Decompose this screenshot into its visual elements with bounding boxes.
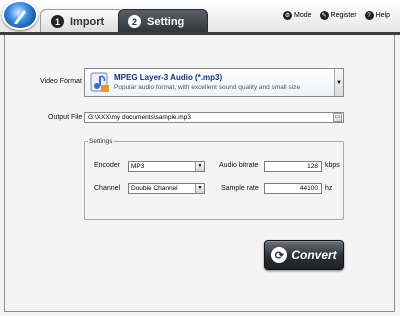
help-icon: ? [364,11,374,20]
chevron-down-icon[interactable]: ▼ [195,184,204,193]
video-format-label: Video Format [40,78,82,85]
output-file-path: G:\XXX\my documents\sample.mp3 [88,114,191,121]
channel-select[interactable]: Double Channel ▼ [128,183,205,194]
tab-number: 2 [128,15,141,28]
bitrate-label: Audio bitrate [219,162,259,169]
tab-import[interactable]: 1 Import [40,9,124,33]
settings-group: Settings [84,138,344,220]
top-bar: 1 Import 2 Setting ⚙ Mode ✎ Register ? H… [0,0,400,33]
folder-icon: ▭ [334,114,341,120]
gear-icon: ⚙ [283,11,292,20]
tab-label: Setting [147,15,185,28]
encoder-value: MP3 [131,163,145,170]
bitrate-value: 128 [307,163,318,170]
convert-label: Convert [291,248,337,262]
bitrate-input[interactable]: 128 [264,161,322,172]
output-file-field[interactable]: G:\XXX\my documents\sample.mp3 ▭ [84,112,344,123]
mode-label: Mode [294,12,312,19]
samplerate-unit: hz [325,185,333,192]
tab-number: 1 [51,15,64,28]
tab-label: Import [70,15,105,28]
chevron-down-icon[interactable]: ▼ [334,69,343,96]
video-format-select[interactable]: MPEG Layer-3 Audio (*.mp3) Popular audio… [84,68,344,97]
samplerate-value: 44100 [299,185,318,192]
bitrate-unit: kbps [325,162,340,169]
encoder-select[interactable]: MP3 ▼ [128,161,205,172]
top-links: ⚙ Mode ✎ Register ? Help [283,11,390,20]
format-title: MPEG Layer-3 Audio (*.mp3) [114,73,223,82]
format-description: Popular audio format, with excellent sou… [114,84,301,91]
output-file-label: Output File [48,114,83,121]
register-link[interactable]: ✎ Register [319,11,357,20]
app-logo [2,0,38,30]
settings-legend: Settings [89,138,113,145]
help-link[interactable]: ? Help [364,11,390,20]
refresh-icon: ⟳ [271,247,288,263]
channel-label: Channel [94,185,121,192]
encoder-label: Encoder [94,162,121,169]
samplerate-input[interactable]: 44100 [264,183,322,194]
browse-folder-button[interactable]: ▭ [333,113,342,122]
audio-format-icon [90,72,109,92]
pen-icon [14,10,26,24]
mode-link[interactable]: ⚙ Mode [283,11,312,20]
convert-button[interactable]: ⟳ Convert [264,240,344,270]
help-label: Help [375,12,390,19]
chevron-down-icon[interactable]: ▼ [195,162,204,171]
register-icon: ✎ [319,11,329,20]
channel-value: Double Channel [131,185,178,192]
tab-setting[interactable]: 2 Setting [118,9,208,33]
samplerate-label: Sample rate [221,185,259,192]
register-label: Register [330,12,357,19]
